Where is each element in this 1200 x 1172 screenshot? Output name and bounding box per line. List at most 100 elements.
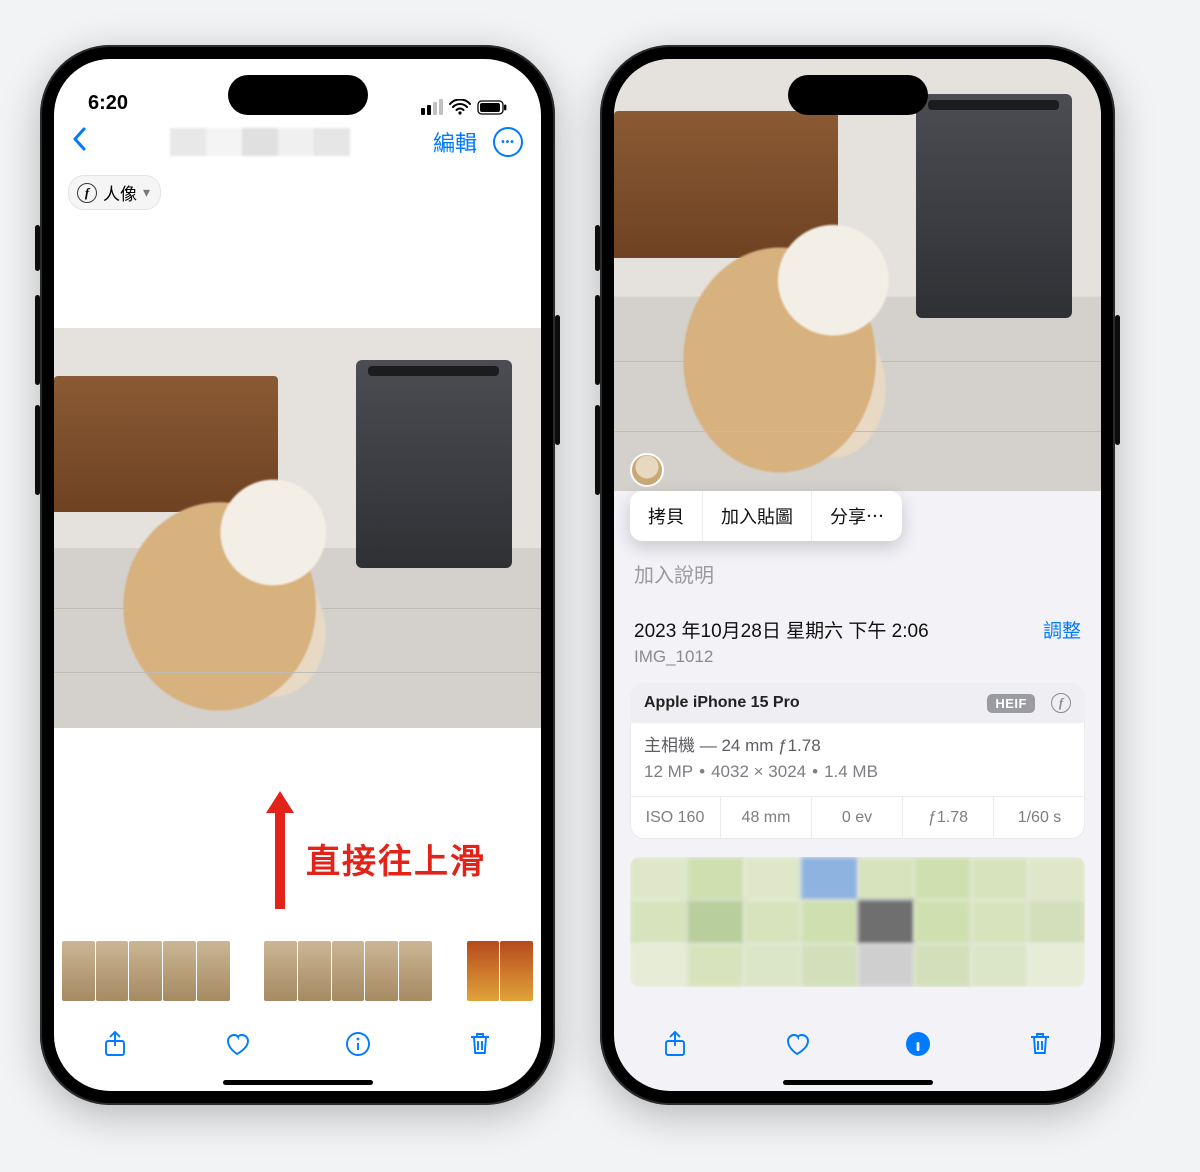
side-button (35, 405, 40, 495)
menu-share[interactable]: 分享⋯ (812, 491, 902, 541)
exif-aperture: ƒ1.78 (903, 797, 994, 839)
edit-button[interactable]: 編輯 (433, 126, 477, 158)
info-button[interactable] (343, 1029, 373, 1059)
chip-label: 人像 (103, 180, 137, 205)
thumbnail[interactable] (62, 941, 95, 1001)
photo-main[interactable] (614, 59, 1101, 491)
delete-button[interactable] (465, 1029, 495, 1059)
exif-iso: ISO 160 (630, 797, 721, 839)
adjust-button[interactable]: 調整 (1043, 616, 1081, 643)
trash-icon (1026, 1030, 1054, 1058)
side-button (595, 295, 600, 385)
context-menu: 拷貝 加入貼圖 分享⋯ (630, 491, 902, 541)
side-button (595, 405, 600, 495)
thumbnail[interactable] (500, 941, 533, 1001)
info-panel: 加入說明 2023 年10月28日 星期六 下午 2:06 調整 IMG_101… (614, 539, 1101, 1001)
menu-add-sticker[interactable]: 加入貼圖 (703, 491, 812, 541)
heart-icon (223, 1030, 251, 1058)
subject-avatar[interactable] (630, 453, 664, 487)
exif-ev: 0 ev (812, 797, 903, 839)
thumbnail[interactable] (399, 941, 432, 1001)
favorite-button[interactable] (222, 1029, 252, 1059)
status-icons (421, 99, 507, 115)
info-button-active[interactable] (903, 1029, 933, 1059)
thumbnail-gap (231, 941, 264, 1001)
exif-focal: 48 mm (721, 797, 812, 839)
dynamic-island (228, 75, 368, 115)
favorite-button[interactable] (782, 1029, 812, 1059)
exif-shutter: 1/60 s (994, 797, 1085, 839)
camera-spec-line: 12 MP•4032 × 3024•1.4 MB (644, 759, 1071, 785)
thumbnail[interactable] (129, 941, 162, 1001)
side-button (35, 295, 40, 385)
menu-copy[interactable]: 拷貝 (630, 491, 703, 541)
back-button[interactable] (72, 125, 88, 159)
thumbnail[interactable] (264, 941, 297, 1001)
arrow-stem (275, 813, 285, 909)
exif-grid: ISO 160 48 mm 0 ev ƒ1.78 1/60 s (630, 796, 1085, 839)
bottom-toolbar (614, 1015, 1101, 1073)
thumbnail-strip[interactable] (54, 941, 541, 1001)
camera-dims: 4032 × 3024 (711, 762, 806, 781)
photo-dog (122, 448, 366, 712)
photo-dog (682, 189, 926, 474)
phone-frame-left: 6:20 編輯 ••• (40, 45, 555, 1105)
heart-icon (783, 1030, 811, 1058)
bottom-toolbar (54, 1015, 541, 1073)
dynamic-island (788, 75, 928, 115)
home-indicator[interactable] (223, 1080, 373, 1085)
thumbnail[interactable] (467, 941, 500, 1001)
thumbnail[interactable] (197, 941, 230, 1001)
side-button (35, 225, 40, 271)
chevron-left-icon (72, 127, 88, 151)
delete-button[interactable] (1025, 1029, 1055, 1059)
portrait-chip[interactable]: f 人像 ▾ (68, 175, 161, 210)
format-badge: HEIF (987, 694, 1035, 713)
photo-purifier (916, 94, 1072, 319)
camera-lens-line: 主相機 — 24 mm ƒ1.78 (644, 733, 1071, 759)
thumbnail[interactable] (163, 941, 196, 1001)
nav-bar: 編輯 ••• (54, 117, 541, 167)
camera-mp: 12 MP (644, 762, 693, 781)
more-button[interactable]: ••• (493, 127, 523, 157)
side-button (595, 225, 600, 271)
map-blurred[interactable] (630, 857, 1085, 987)
annotation-arrow (266, 791, 294, 909)
arrow-up-icon (266, 791, 294, 813)
photo-datetime: 2023 年10月28日 星期六 下午 2:06 (634, 616, 929, 643)
status-time: 6:20 (88, 92, 128, 115)
phone-frame-right: 拷貝 加入貼圖 分享⋯ 加入說明 2023 年10月28日 星期六 下午 2:0… (600, 45, 1115, 1105)
screen-left: 6:20 編輯 ••• (54, 59, 541, 1091)
camera-size: 1.4 MB (824, 762, 878, 781)
screen-right: 拷貝 加入貼圖 分享⋯ 加入說明 2023 年10月28日 星期六 下午 2:0… (614, 59, 1101, 1091)
home-indicator[interactable] (783, 1080, 933, 1085)
thumbnail[interactable] (365, 941, 398, 1001)
photo-purifier (356, 360, 512, 568)
share-button[interactable] (660, 1029, 690, 1059)
thumbnail-gap (433, 941, 466, 1001)
annotation-text: 直接往上滑 (306, 834, 486, 883)
side-button (1115, 315, 1120, 445)
thumbnail[interactable] (96, 941, 129, 1001)
share-icon (101, 1030, 129, 1058)
title-blurred (170, 128, 350, 156)
add-caption-field[interactable]: 加入說明 (630, 539, 1085, 598)
info-filled-icon (904, 1030, 932, 1058)
photo-main[interactable] (54, 328, 541, 728)
wifi-icon (449, 99, 471, 115)
aperture-icon: f (1051, 693, 1071, 713)
aperture-icon: f (77, 183, 97, 203)
thumbnail[interactable] (332, 941, 365, 1001)
battery-icon (477, 100, 507, 115)
ellipsis-icon: ••• (501, 137, 515, 148)
image-filename: IMG_1012 (630, 645, 1085, 683)
trash-icon (466, 1030, 494, 1058)
info-icon (344, 1030, 372, 1058)
camera-info-card: Apple iPhone 15 Pro HEIF f 主相機 — 24 mm ƒ… (630, 683, 1085, 839)
share-button[interactable] (100, 1029, 130, 1059)
device-name: Apple iPhone 15 Pro (644, 694, 800, 712)
cell-signal-icon (421, 99, 443, 115)
thumbnail[interactable] (298, 941, 331, 1001)
chevron-down-icon: ▾ (143, 184, 150, 201)
side-button (555, 315, 560, 445)
